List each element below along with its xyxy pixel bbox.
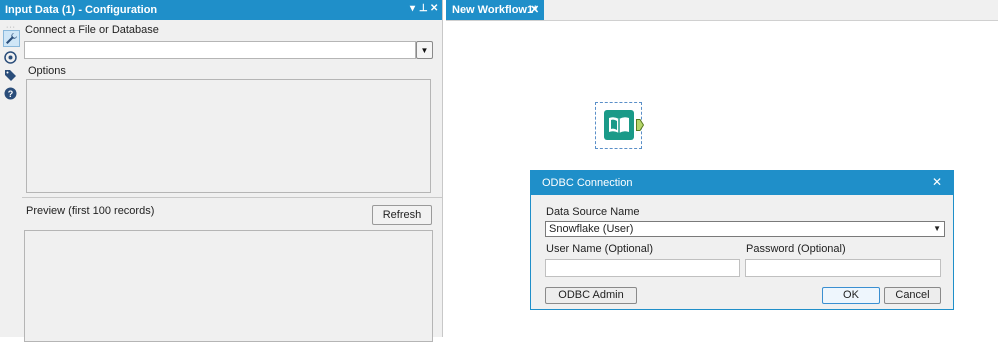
configuration-wrench-icon[interactable] — [3, 30, 20, 47]
connect-dropdown-button[interactable]: ▼ — [416, 41, 433, 59]
book-icon — [604, 110, 634, 140]
panel-title: Input Data (1) - Configuration — [5, 4, 158, 16]
panel-splitter[interactable] — [22, 197, 442, 198]
cancel-button[interactable]: Cancel — [884, 287, 941, 304]
panel-title-bar: Input Data (1) - Configuration ▾ ⊥ ✕ — [0, 0, 442, 20]
panel-close-icon[interactable]: ✕ — [430, 3, 438, 14]
workflow-tab-strip: New Workflow1* ✕ — [446, 0, 998, 21]
layout-target-icon[interactable] — [3, 50, 18, 65]
pin-icon[interactable]: ⊥ — [419, 3, 428, 14]
odbc-admin-button[interactable]: ODBC Admin — [545, 287, 637, 304]
refresh-button[interactable]: Refresh — [372, 205, 432, 225]
username-label: User Name (Optional) — [546, 243, 653, 255]
tab-new-workflow1[interactable]: New Workflow1* ✕ — [446, 0, 544, 20]
password-field[interactable] — [745, 259, 941, 277]
options-area — [26, 79, 431, 193]
connect-label: Connect a File or Database — [25, 24, 159, 36]
username-field[interactable] — [545, 259, 740, 277]
dsn-label: Data Source Name — [546, 206, 640, 218]
tab-label: New Workflow1* — [452, 4, 538, 16]
dialog-close-icon[interactable]: ✕ — [932, 175, 942, 189]
tab-close-icon[interactable]: ✕ — [530, 3, 539, 16]
dialog-title-bar: ODBC Connection ✕ — [531, 171, 953, 195]
dsn-select[interactable]: Snowflake (User) ▼ — [545, 221, 945, 237]
input-data-tool[interactable] — [595, 102, 645, 149]
side-icon-bar: ? — [3, 30, 21, 104]
odbc-connection-dialog: ODBC Connection ✕ Data Source Name Snowf… — [530, 170, 954, 310]
dsn-value: Snowflake (User) — [549, 223, 634, 235]
preview-area — [24, 230, 433, 342]
output-anchor-icon[interactable] — [636, 119, 645, 134]
panel-menu-icon[interactable]: ▾ — [410, 3, 415, 14]
chevron-down-icon: ▼ — [933, 224, 941, 233]
ok-button[interactable]: OK — [822, 287, 880, 304]
dialog-title: ODBC Connection — [542, 177, 633, 189]
configuration-panel: Input Data (1) - Configuration ▾ ⊥ ✕ ···… — [0, 0, 443, 342]
password-label: Password (Optional) — [746, 243, 846, 255]
connect-file-input[interactable] — [24, 41, 416, 59]
svg-text:?: ? — [8, 89, 14, 99]
help-icon[interactable]: ? — [3, 86, 18, 101]
annotation-tag-icon[interactable] — [3, 68, 18, 83]
preview-label: Preview (first 100 records) — [26, 205, 155, 217]
options-label: Options — [28, 65, 66, 77]
